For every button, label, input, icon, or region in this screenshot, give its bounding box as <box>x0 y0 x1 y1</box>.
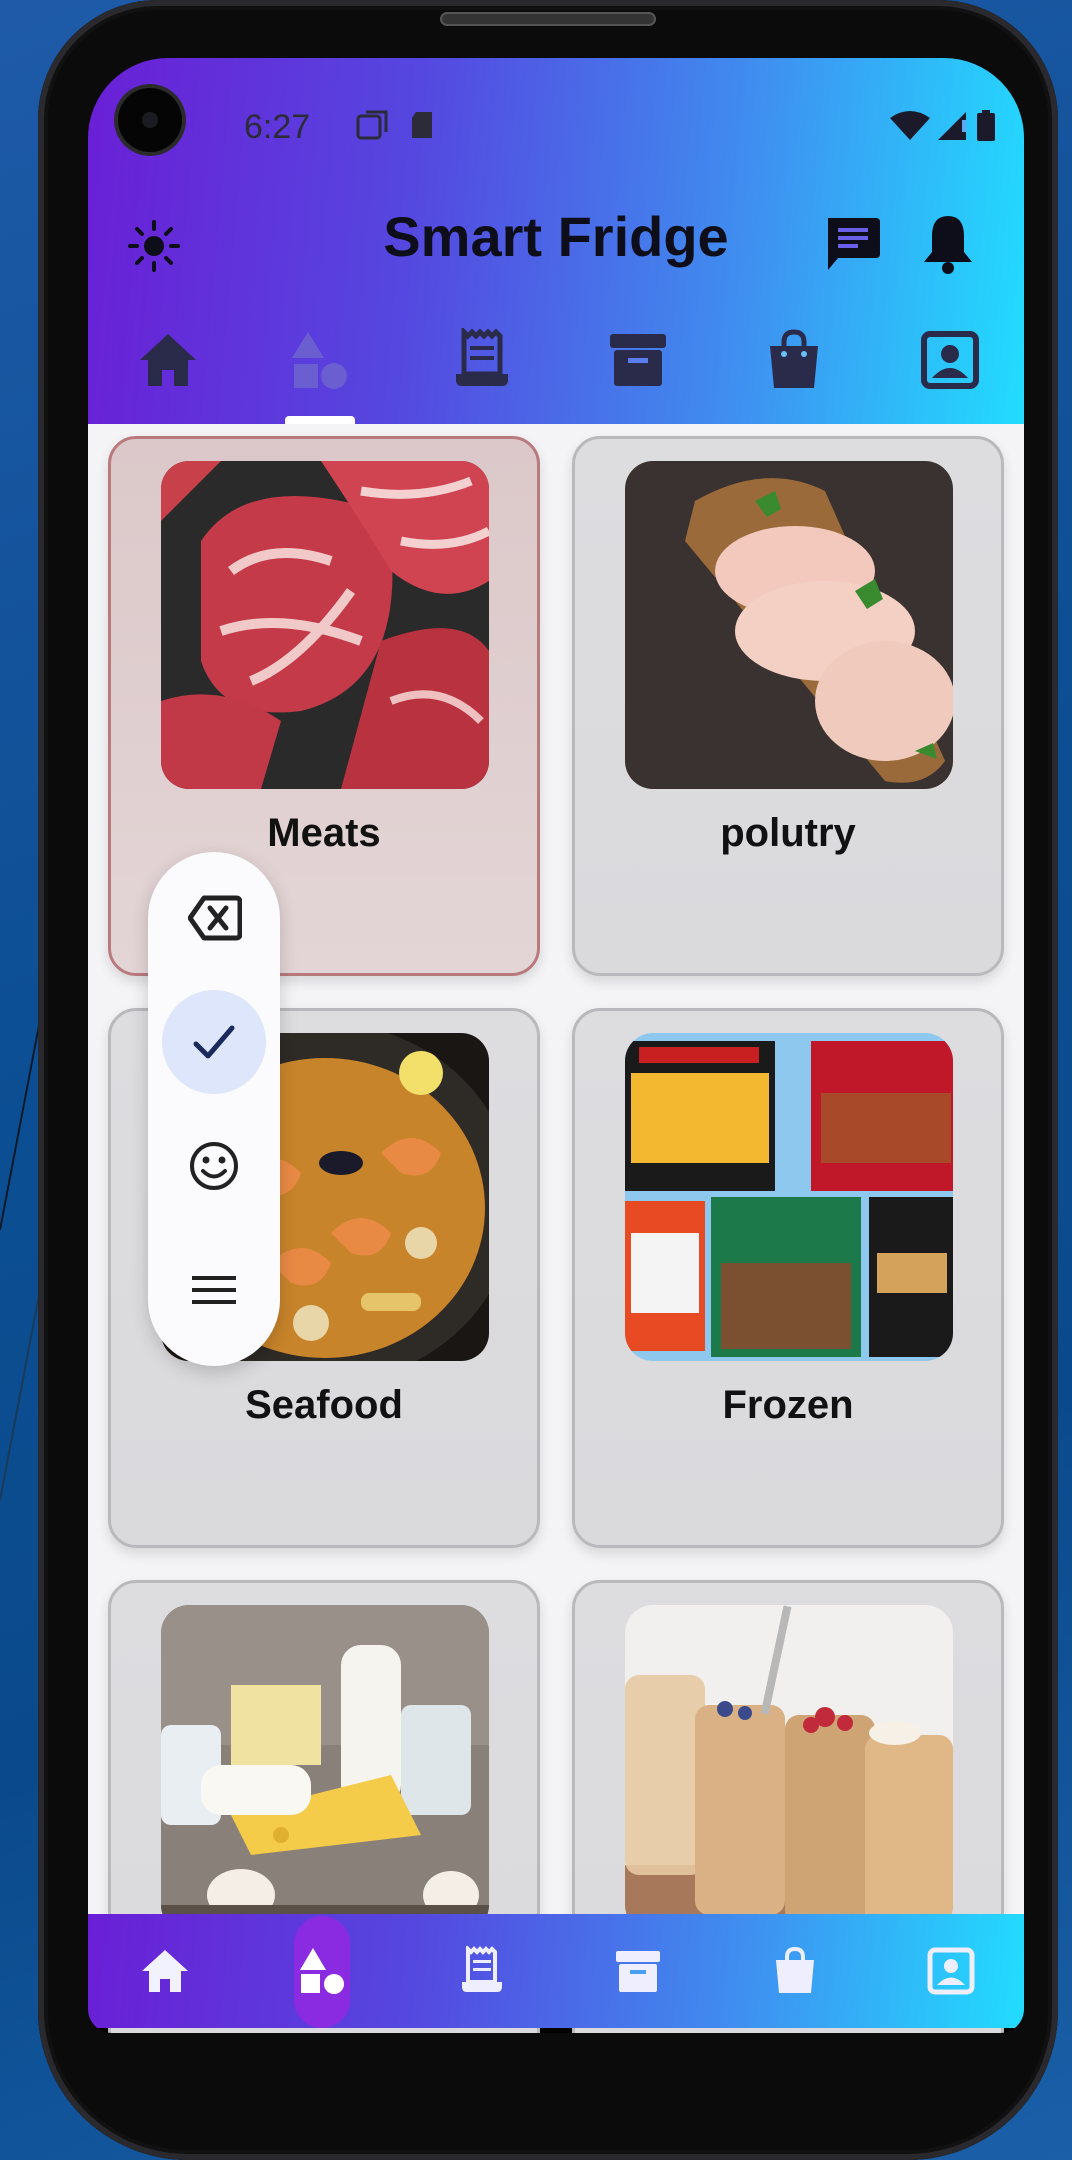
signal-icon <box>938 112 966 140</box>
screenshot-notification-icon <box>356 110 388 140</box>
app-header: 6:27 Smart Fridge <box>88 58 1024 424</box>
category-card-poultry[interactable]: polutry <box>572 436 1004 976</box>
category-label: polutry <box>720 811 856 855</box>
tab-storage-icon[interactable] <box>606 328 670 392</box>
floating-action-menu <box>148 852 280 1366</box>
poultry-image <box>625 461 953 789</box>
sd-card-icon <box>412 112 432 138</box>
nav-profile-icon[interactable] <box>926 1946 976 1996</box>
confirm-button[interactable] <box>162 990 266 1094</box>
category-label: Frozen <box>722 1383 854 1427</box>
category-card-frozen[interactable]: Frozen <box>572 1008 1004 1548</box>
check-icon <box>193 1025 235 1059</box>
nav-home-icon[interactable] <box>140 1946 190 1996</box>
backspace-icon <box>188 895 242 941</box>
speaker-grille <box>440 12 656 26</box>
page-title: Smart Fridge <box>383 205 729 268</box>
tab-shopping-icon[interactable] <box>762 328 826 392</box>
category-label: Seafood <box>245 1383 403 1427</box>
bottom-navigation <box>88 1914 1024 2028</box>
status-time: 6:27 <box>244 108 311 146</box>
menu-icon <box>192 1276 236 1304</box>
emoji-icon <box>190 1142 238 1190</box>
breakfast-image <box>625 1605 953 1933</box>
nav-receipts-icon[interactable] <box>457 1946 507 1996</box>
screen: 6:27 Smart Fridge Meats polutry Seafood … <box>88 58 1024 2033</box>
front-camera <box>118 88 182 152</box>
meats-image <box>161 461 489 789</box>
tab-home-icon[interactable] <box>136 328 200 392</box>
category-label: Meats <box>267 811 381 855</box>
dairy-image <box>161 1605 489 1933</box>
battery-icon <box>977 110 995 141</box>
wifi-icon <box>890 111 930 140</box>
active-tab-indicator <box>285 416 355 424</box>
tab-profile-icon[interactable] <box>918 328 982 392</box>
frozen-image <box>625 1033 953 1361</box>
nav-storage-icon[interactable] <box>613 1946 663 1996</box>
menu-button[interactable] <box>162 1238 266 1342</box>
backspace-button[interactable] <box>162 866 266 970</box>
notification-bell-icon[interactable] <box>920 212 976 274</box>
nav-categories-icon[interactable] <box>297 1946 347 1996</box>
phone-frame: 6:27 Smart Fridge Meats polutry Seafood … <box>38 0 1058 2160</box>
emoji-button[interactable] <box>162 1114 266 1218</box>
chat-icon[interactable] <box>822 214 882 274</box>
tab-receipts-icon[interactable] <box>450 328 514 392</box>
nav-shopping-icon[interactable] <box>770 1946 820 1996</box>
tab-categories-icon[interactable] <box>288 328 352 392</box>
